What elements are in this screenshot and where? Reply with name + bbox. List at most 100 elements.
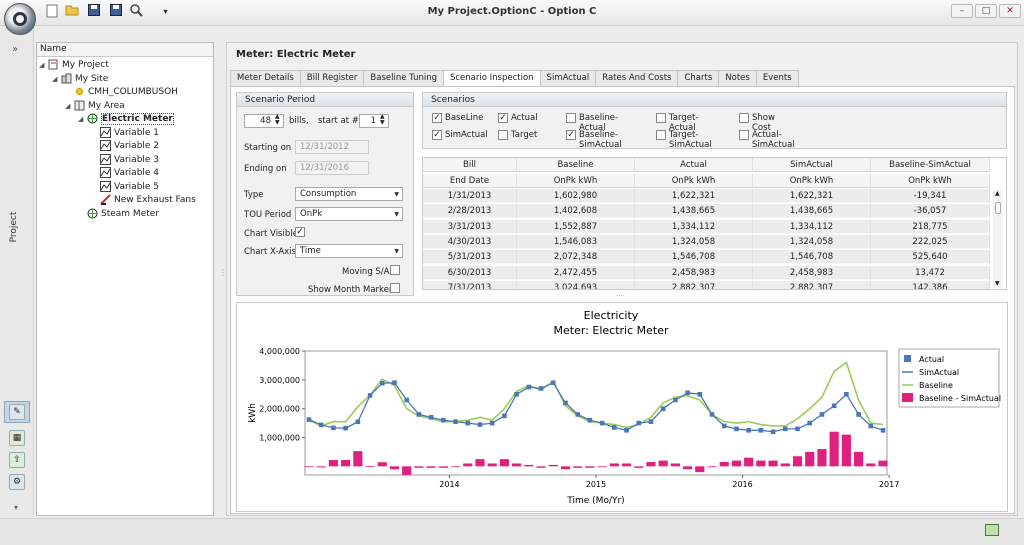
app-logo[interactable] [4,3,36,35]
tree-item-variable-5[interactable]: Variable 5 [39,180,211,195]
tab-notes[interactable]: Notes [718,70,757,86]
column-subheader: OnPk kWh [517,174,635,188]
tab-baseline-tuning[interactable]: Baseline Tuning [363,70,444,86]
tree-item-steam-meter[interactable]: Steam Meter [39,208,211,222]
table-cell[interactable]: 1,402,608 [517,204,635,219]
scenario-target-checkbox[interactable] [498,130,508,140]
table-cell[interactable]: 7/31/2013 [423,280,517,289]
tree-item-electric-meter[interactable]: ◢ Electric Meter [39,113,211,127]
table-cell[interactable]: 2,458,983 [753,265,871,280]
table-cell[interactable]: 1,546,708 [635,250,753,265]
scenario-show-cost-checkbox[interactable] [739,113,749,123]
table-cell[interactable]: 3,024,693 [517,280,635,289]
table-cell[interactable]: 1,622,321 [635,189,753,203]
tab-charts[interactable]: Charts [677,70,720,86]
tree-item-variable-4[interactable]: Variable 4 [39,167,211,181]
table-scrollbar[interactable]: ▲ ▼ [993,190,1003,288]
scenario-target-actual-checkbox[interactable] [656,113,666,123]
table-cell[interactable]: 2,072,348 [517,250,635,265]
table-cell[interactable]: -36,057 [871,204,990,219]
column-header[interactable]: Bill [423,158,517,172]
close-button[interactable]: ✕ [999,4,1021,18]
moving-sa-checkbox[interactable] [390,265,400,275]
scenario-actual-checkbox[interactable]: ✓ [498,113,508,123]
scenario-baseline-simactual-checkbox[interactable]: ✓ [566,130,576,140]
table-cell[interactable]: 525,640 [871,250,990,265]
upload-icon[interactable]: ⇧ [9,452,25,468]
scenario-target-simactual-checkbox[interactable] [656,130,666,140]
table-cell[interactable]: 3/31/2013 [423,219,517,234]
table-cell[interactable]: 1,552,887 [517,219,635,234]
project-side-tab[interactable]: Project [9,197,23,257]
actual-point [770,429,776,435]
scenario-baseline-checkbox[interactable]: ✓ [432,113,442,123]
tree-item-my-site[interactable]: ◢ My Site [39,73,211,87]
tab-events[interactable]: Events [755,70,799,86]
scenario-simactual-checkbox[interactable]: ✓ [432,130,442,140]
table-cell[interactable]: 2,458,983 [635,265,753,280]
tree-expander-icon[interactable]: ◢ [78,113,87,127]
table-cell[interactable]: 13,472 [871,265,990,280]
table-cell[interactable]: 2,882,307 [635,280,753,289]
tree-item-variable-2[interactable]: Variable 2 [39,140,211,154]
tree-item-new-exhaust-fans[interactable]: New Exhaust Fans [39,194,211,208]
tree-item-cmh-columbusoh[interactable]: CMH_COLUMBUSOH [39,86,211,100]
tab-rates-and-costs[interactable]: Rates And Costs [595,70,679,86]
table-cell[interactable]: 1,546,083 [517,234,635,249]
scenario-baseline-actual-checkbox[interactable] [566,113,576,123]
expand-panel-icon[interactable]: » [12,44,18,55]
table-cell[interactable]: 1,324,058 [753,234,871,249]
chart-visible-checkbox[interactable]: ✓ [295,227,305,237]
table-cell[interactable]: 6/30/2013 [423,265,517,280]
tree-expander-icon[interactable]: ◢ [65,100,74,114]
column-header[interactable]: SimActual [753,158,871,172]
table-cell[interactable]: 1,438,665 [635,204,753,219]
tab-meter-details[interactable]: Meter Details [230,70,301,86]
table-cell[interactable]: 1,334,112 [753,219,871,234]
maximize-button[interactable]: □ [975,4,997,18]
column-header[interactable]: Baseline-SimActual [871,158,990,172]
show-month-markers-checkbox[interactable] [390,283,400,293]
tree-expander-icon[interactable]: ◢ [52,73,61,87]
type-select[interactable]: Consumption [295,187,403,201]
table-cell[interactable]: 2/28/2013 [423,204,517,219]
table-cell[interactable]: 1/31/2013 [423,189,517,203]
table-cell[interactable]: 1,622,321 [753,189,871,203]
minimize-button[interactable]: – [951,4,973,18]
tab-bill-register[interactable]: Bill Register [299,70,365,86]
table-cell[interactable]: 1,438,665 [753,204,871,219]
table-cell[interactable]: 2,472,455 [517,265,635,280]
bills-spinner-icon[interactable]: ▲ ▼ [275,114,280,126]
tree-item-my-project[interactable]: ◢ My Project [39,59,211,73]
table-cell[interactable]: 218,775 [871,219,990,234]
grid-icon[interactable]: ▦ [9,430,25,446]
tou-period-select[interactable]: OnPk [295,207,403,221]
tree-expander-icon[interactable]: ◢ [39,59,48,73]
chart-x-axis-select[interactable]: Time [295,244,403,258]
tree-item-variable-1[interactable]: Variable 1 [39,126,211,141]
status-grid-icon[interactable] [985,524,999,536]
table-cell[interactable]: 1,334,112 [635,219,753,234]
horizontal-splitter[interactable]: ···· [616,292,625,300]
ending-on-label: Ending on [244,164,287,174]
column-header[interactable]: Actual [635,158,753,172]
start-spinner-icon[interactable]: ▲ ▼ [380,114,385,126]
tab-scenario-inspection[interactable]: Scenario Inspection [442,70,541,87]
table-cell[interactable]: 2,882,307 [753,280,871,289]
tools-icon[interactable]: ⚙ [9,474,25,490]
splitter-grip[interactable]: ⋮ [219,269,227,290]
tree-item-my-area[interactable]: ◢ My Area [39,100,211,114]
tab-simactual[interactable]: SimActual [539,70,597,86]
strip-menu-icon[interactable]: ▾ [14,503,18,512]
column-header[interactable]: Baseline [517,158,635,172]
tree-item-variable-3[interactable]: Variable 3 [39,153,211,168]
table-cell[interactable]: 5/31/2013 [423,250,517,265]
table-cell[interactable]: 222,025 [871,234,990,249]
table-cell[interactable]: 1,324,058 [635,234,753,249]
table-cell[interactable]: 1,546,708 [753,250,871,265]
table-cell[interactable]: 4/30/2013 [423,234,517,249]
table-cell[interactable]: 142,386 [871,280,990,289]
table-cell[interactable]: -19,341 [871,189,990,203]
scenario-actual-simactual-checkbox[interactable] [739,130,749,140]
table-cell[interactable]: 1,602,980 [517,189,635,203]
